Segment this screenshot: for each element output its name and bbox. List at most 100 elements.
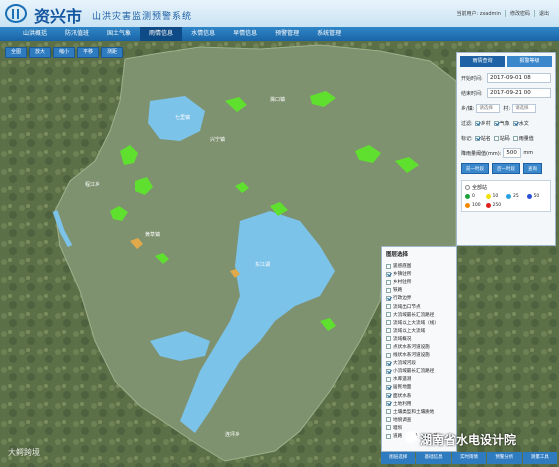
layer-item[interactable]: 小流域最长汇流路径 bbox=[386, 367, 452, 375]
place-label-dongjiang: 东江湖 bbox=[255, 261, 270, 268]
nav-item-drought[interactable]: 早情信息 bbox=[224, 27, 266, 41]
layer-list: 遥感底图 乡镇驻所 乡村驻所 铁路 行政边界 流域出口节点 大流域最长汇流路径 流域以上大流域… bbox=[386, 262, 452, 432]
layer-item[interactable]: 大流域最长汇流路径 bbox=[386, 311, 452, 319]
layer-item[interactable]: 点状水系河道设施 bbox=[386, 343, 452, 351]
layer-item[interactable]: 大流域河段 bbox=[386, 359, 452, 367]
marker-row: 标记: 站名 站码 雨量值 bbox=[457, 131, 555, 145]
layer-item[interactable]: 流域以上大流域 bbox=[386, 327, 452, 335]
legend-item: 250 bbox=[485, 203, 507, 208]
rain-legend: 全部站 0 10 25 50 100 250 bbox=[461, 180, 551, 212]
checkbox-icon bbox=[386, 328, 391, 334]
app-header: 资兴市 山洪灾害监测预警系统 当前用户: zxadmin 修改密码 退出 bbox=[0, 0, 559, 27]
layer-item[interactable]: 铁路 bbox=[386, 286, 452, 294]
layer-item[interactable]: 土壤类型和土壤质地 bbox=[386, 408, 452, 416]
layer-item[interactable]: 流域概况 bbox=[386, 335, 452, 343]
bottom-warning-analysis-button[interactable]: 预警分析 bbox=[487, 452, 522, 464]
checkbox-icon bbox=[386, 352, 391, 358]
end-time-input[interactable]: 2017-09-21 00 bbox=[487, 88, 551, 98]
checkbox-icon bbox=[386, 287, 391, 293]
threshold-row: 降雨量阈值(mm): 500 mm bbox=[457, 146, 555, 160]
radio-icon[interactable] bbox=[465, 185, 470, 190]
layer-road[interactable]: 道路 bbox=[386, 432, 402, 440]
marker-rain-checkbox[interactable]: 雨量值 bbox=[512, 135, 534, 142]
map-toolbar: 全图 放大 缩小 平移 测距 bbox=[5, 47, 123, 58]
nav-item-system[interactable]: 系统管理 bbox=[308, 27, 350, 41]
current-user: 当前用户: zxadmin bbox=[456, 10, 506, 17]
checkbox-icon bbox=[386, 425, 391, 431]
next-period-button[interactable]: 后一时段 bbox=[492, 163, 520, 174]
checkbox-icon bbox=[493, 120, 499, 126]
marker-name-checkbox[interactable]: 站名 bbox=[474, 135, 491, 142]
query-button[interactable]: 查询 bbox=[523, 163, 542, 174]
layer-item[interactable]: 流域出口节点 bbox=[386, 302, 452, 310]
checkbox-icon bbox=[386, 401, 391, 407]
checkbox-icon bbox=[386, 336, 391, 342]
bottom-realtime-rain-button[interactable]: 实时雨情 bbox=[451, 452, 487, 464]
area-row: 乡/镇: 请选择 村: 请选择 bbox=[457, 101, 555, 115]
checkbox-icon bbox=[386, 279, 391, 285]
tab-alarm-level[interactable]: 报警等级 bbox=[507, 56, 552, 67]
nav-item-water[interactable]: 水情信息 bbox=[182, 27, 224, 41]
legend-dot-icon bbox=[465, 194, 470, 199]
main-nav: 山洪概括 防汛值班 国土气象 雨情信息 水情信息 早情信息 预警管理 系统管理 bbox=[0, 27, 559, 41]
full-extent-button[interactable]: 全图 bbox=[5, 47, 27, 58]
layer-item[interactable]: 居民地面 bbox=[386, 383, 452, 391]
layer-label: 点状水系河道设施 bbox=[393, 344, 430, 350]
legend-label: 250 bbox=[492, 203, 502, 208]
layer-item[interactable]: 水库遥测 bbox=[386, 375, 452, 383]
logout-link[interactable]: 退出 bbox=[539, 10, 553, 17]
layer-label: 流域以上大流域（线） bbox=[393, 320, 439, 326]
layer-item[interactable]: 行政边界 bbox=[386, 294, 452, 302]
query-buttons: 前一时段 后一时段 查询 bbox=[457, 160, 555, 177]
legend-items: 0 10 25 50 100 250 bbox=[465, 194, 547, 208]
city-title: 资兴市 bbox=[34, 7, 83, 26]
nav-item-duty[interactable]: 防汛值班 bbox=[56, 27, 98, 41]
filter-weather-checkbox[interactable]: 气象 bbox=[493, 120, 510, 127]
layer-item[interactable]: 地貌调查 bbox=[386, 416, 452, 424]
checkbox-icon bbox=[386, 271, 391, 277]
pan-button[interactable]: 平移 bbox=[77, 47, 99, 58]
zoom-out-button[interactable]: 缩小 bbox=[53, 47, 75, 58]
start-time-row: 开始时间: 2017-09-01 08 bbox=[457, 71, 555, 85]
layer-label: 遥感底图 bbox=[393, 264, 412, 270]
filter-hydro-checkbox[interactable]: 水文 bbox=[512, 120, 529, 127]
layer-item[interactable]: 遥感底图 bbox=[386, 262, 452, 270]
end-time-row: 结束时间: 2017-09-21 00 bbox=[457, 86, 555, 100]
measure-button[interactable]: 测距 bbox=[101, 47, 123, 58]
nav-item-rainfall[interactable]: 雨情信息 bbox=[140, 27, 183, 41]
township-label: 乡/镇: bbox=[461, 105, 475, 112]
nav-item-weather[interactable]: 国土气象 bbox=[98, 27, 140, 41]
change-password-link[interactable]: 修改密码 bbox=[510, 10, 535, 17]
township-select[interactable]: 请选择 bbox=[476, 103, 501, 113]
layer-road-label: 道路 bbox=[393, 434, 403, 440]
checkbox-icon bbox=[386, 360, 391, 366]
tab-rain-query[interactable]: 雨情查询 bbox=[460, 56, 505, 67]
legend-title: 全部站 bbox=[472, 185, 488, 191]
layer-item[interactable]: 面状水系 bbox=[386, 392, 452, 400]
checkbox-icon bbox=[386, 295, 391, 301]
layer-item[interactable]: 线状水系河道设施 bbox=[386, 351, 452, 359]
bottom-layer-button[interactable]: 图层选择 bbox=[381, 452, 416, 464]
nav-item-warning[interactable]: 预警管理 bbox=[266, 27, 308, 41]
checkbox-icon bbox=[386, 384, 391, 390]
filter-village-label: 乡村 bbox=[480, 120, 491, 127]
layer-item[interactable]: 乡镇驻所 bbox=[386, 270, 452, 278]
legend-header: 全部站 bbox=[465, 184, 547, 191]
nav-item-overview[interactable]: 山洪概括 bbox=[14, 27, 56, 41]
bottom-measure-button[interactable]: 测量工具 bbox=[522, 452, 558, 464]
layer-item[interactable]: 流域以上大流域（线） bbox=[386, 319, 452, 327]
checkbox-icon bbox=[386, 376, 391, 382]
previous-period-button[interactable]: 前一时段 bbox=[461, 163, 489, 174]
marker-code-checkbox[interactable]: 站码 bbox=[493, 135, 510, 142]
filter-hydro-label: 水文 bbox=[518, 120, 529, 127]
filter-village-checkbox[interactable]: 乡村 bbox=[474, 120, 491, 127]
village-select[interactable]: 请选择 bbox=[512, 103, 537, 113]
start-time-input[interactable]: 2017-09-01 08 bbox=[487, 73, 551, 83]
layer-label: 流域概况 bbox=[393, 336, 412, 342]
bottom-basic-info-button[interactable]: 基础信息 bbox=[416, 452, 451, 464]
layer-item[interactable]: 土地利用 bbox=[386, 400, 452, 408]
zoom-in-button[interactable]: 放大 bbox=[29, 47, 51, 58]
bottom-toolbar: 图层选择 基础信息 实时雨情 预警分析 测量工具 bbox=[381, 452, 558, 464]
layer-item[interactable]: 乡村驻所 bbox=[386, 278, 452, 286]
threshold-input[interactable]: 500 bbox=[503, 148, 522, 158]
